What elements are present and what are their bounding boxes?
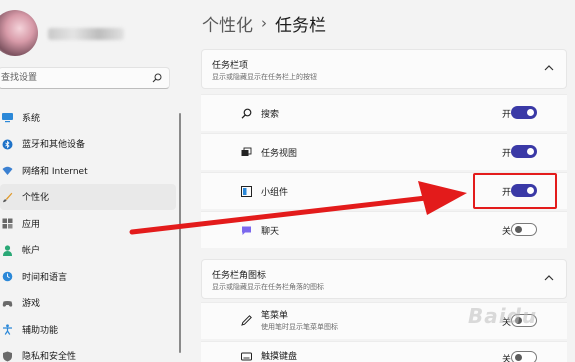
row-label: 任务视图 xyxy=(261,149,298,159)
toggle-state-text: 开 xyxy=(501,188,511,198)
sidebar-item-label: 网络和 Internet xyxy=(22,166,88,177)
sidebar-item-label: 蓝牙和其他设备 xyxy=(22,140,86,151)
accessibility-icon xyxy=(3,324,12,335)
sidebar-item-time-language[interactable]: 时间和语言 xyxy=(0,263,176,290)
section-title: 任务栏角图标 xyxy=(212,271,267,281)
sidebar-item-system[interactable]: 系统 xyxy=(0,104,176,131)
sidebar-scrollbar[interactable] xyxy=(179,113,181,353)
toggle-knob xyxy=(527,148,534,155)
search-icon[interactable] xyxy=(152,73,162,83)
corner-icon-touch-keyboard-row: 触摸键盘 关 xyxy=(201,341,567,362)
section-header[interactable]: 任务栏角图标 显示或隐藏显示在任务栏角落的图标 xyxy=(202,260,566,298)
toggle-state-text: 开 xyxy=(501,149,511,159)
toggle-state-text: 关 xyxy=(501,227,511,237)
sidebar-item-label: 帐户 xyxy=(22,246,41,257)
sidebar-item-label: 个性化 xyxy=(22,193,50,204)
touch-keyboard-toggle[interactable] xyxy=(511,351,537,362)
bluetooth-icon xyxy=(2,139,13,149)
toggle-knob xyxy=(527,109,534,116)
sidebar-item-label: 辅助功能 xyxy=(22,325,59,336)
pen-icon xyxy=(241,315,252,326)
section-title: 任务栏项 xyxy=(212,61,249,71)
sidebar-item-personalization[interactable]: 个性化 xyxy=(0,183,176,210)
sidebar-item-apps[interactable]: 应用 xyxy=(0,210,176,237)
section-header[interactable]: 任务栏项 显示或隐藏显示在任务栏上的按钮 xyxy=(202,50,566,88)
settings-search-input[interactable] xyxy=(1,71,141,85)
chat-icon xyxy=(242,226,251,235)
chevron-up-icon[interactable] xyxy=(544,64,554,71)
row-description: 使用笔时显示笔菜单图标 xyxy=(261,323,338,331)
taskbar-items-section[interactable]: 任务栏项 显示或隐藏显示在任务栏上的按钮 xyxy=(201,49,567,89)
breadcrumb-separator: › xyxy=(261,14,267,32)
row-label: 笔菜单 xyxy=(261,311,289,321)
sidebar-item-label: 游戏 xyxy=(22,299,41,310)
breadcrumb-parent[interactable]: 个性化 xyxy=(202,11,253,36)
row-label: 触摸键盘 xyxy=(261,352,298,362)
chat-toggle[interactable] xyxy=(511,223,537,236)
settings-search-box[interactable] xyxy=(0,67,170,89)
toggle-knob xyxy=(515,354,522,361)
sidebar-item-accounts[interactable]: 帐户 xyxy=(0,237,176,264)
breadcrumb: 个性化 › 任务栏 xyxy=(202,10,326,36)
search-toggle[interactable] xyxy=(511,106,537,119)
sidebar-item-label: 系统 xyxy=(22,113,41,124)
taskbar-item-widgets-row: 小组件 开 xyxy=(201,172,567,209)
sidebar-nav: 系统 蓝牙和其他设备 网络和 Internet 个性化 应用 帐户 时间和语言 … xyxy=(0,104,176,362)
widgets-toggle[interactable] xyxy=(511,184,537,197)
taskbar-item-chat-row: 聊天 关 xyxy=(201,211,567,248)
globe-clock-icon xyxy=(2,271,13,282)
row-label: 搜索 xyxy=(261,110,280,120)
task-view-toggle[interactable] xyxy=(511,145,537,158)
toggle-state-text: 开 xyxy=(501,110,511,120)
toggle-knob xyxy=(527,187,534,194)
toggle-knob xyxy=(515,226,522,233)
keyboard-icon xyxy=(241,352,252,361)
chevron-up-icon[interactable] xyxy=(544,274,554,281)
user-name-blurred xyxy=(48,28,124,40)
widgets-icon xyxy=(241,186,252,197)
sidebar-item-privacy[interactable]: 隐私和安全性 xyxy=(0,343,176,362)
monitor-icon xyxy=(2,113,13,123)
row-label: 聊天 xyxy=(261,227,280,237)
avatar[interactable] xyxy=(0,10,38,56)
sidebar-item-label: 应用 xyxy=(22,219,41,230)
row-label: 小组件 xyxy=(261,188,289,198)
baidu-watermark: Baidu xyxy=(468,304,538,328)
brush-icon xyxy=(3,192,13,202)
shield-icon xyxy=(3,351,12,361)
sidebar-item-network[interactable]: 网络和 Internet xyxy=(0,157,176,184)
apps-icon xyxy=(2,218,13,229)
search-icon xyxy=(241,108,252,119)
sidebar-item-label: 隐私和安全性 xyxy=(22,352,77,362)
wifi-icon xyxy=(2,166,13,175)
taskbar-item-search-row: 搜索 开 xyxy=(201,94,567,131)
sidebar-item-bluetooth[interactable]: 蓝牙和其他设备 xyxy=(0,131,176,158)
gamepad-icon xyxy=(2,300,13,307)
sidebar-item-accessibility[interactable]: 辅助功能 xyxy=(0,316,176,343)
taskbar-item-task-view-row: 任务视图 开 xyxy=(201,133,567,170)
task-view-icon xyxy=(241,147,252,156)
section-subtitle: 显示或隐藏显示在任务栏上的按钮 xyxy=(212,73,317,81)
sidebar: 系统 蓝牙和其他设备 网络和 Internet 个性化 xyxy=(0,0,182,362)
section-subtitle: 显示或隐藏显示在任务栏角落的图标 xyxy=(212,283,324,291)
sidebar-item-label: 时间和语言 xyxy=(22,272,68,283)
person-icon xyxy=(3,244,12,256)
page-title: 任务栏 xyxy=(275,15,326,36)
toggle-state-text: 关 xyxy=(501,355,511,362)
corner-icons-section[interactable]: 任务栏角图标 显示或隐藏显示在任务栏角落的图标 xyxy=(201,259,567,299)
sidebar-item-gaming[interactable]: 游戏 xyxy=(0,290,176,317)
